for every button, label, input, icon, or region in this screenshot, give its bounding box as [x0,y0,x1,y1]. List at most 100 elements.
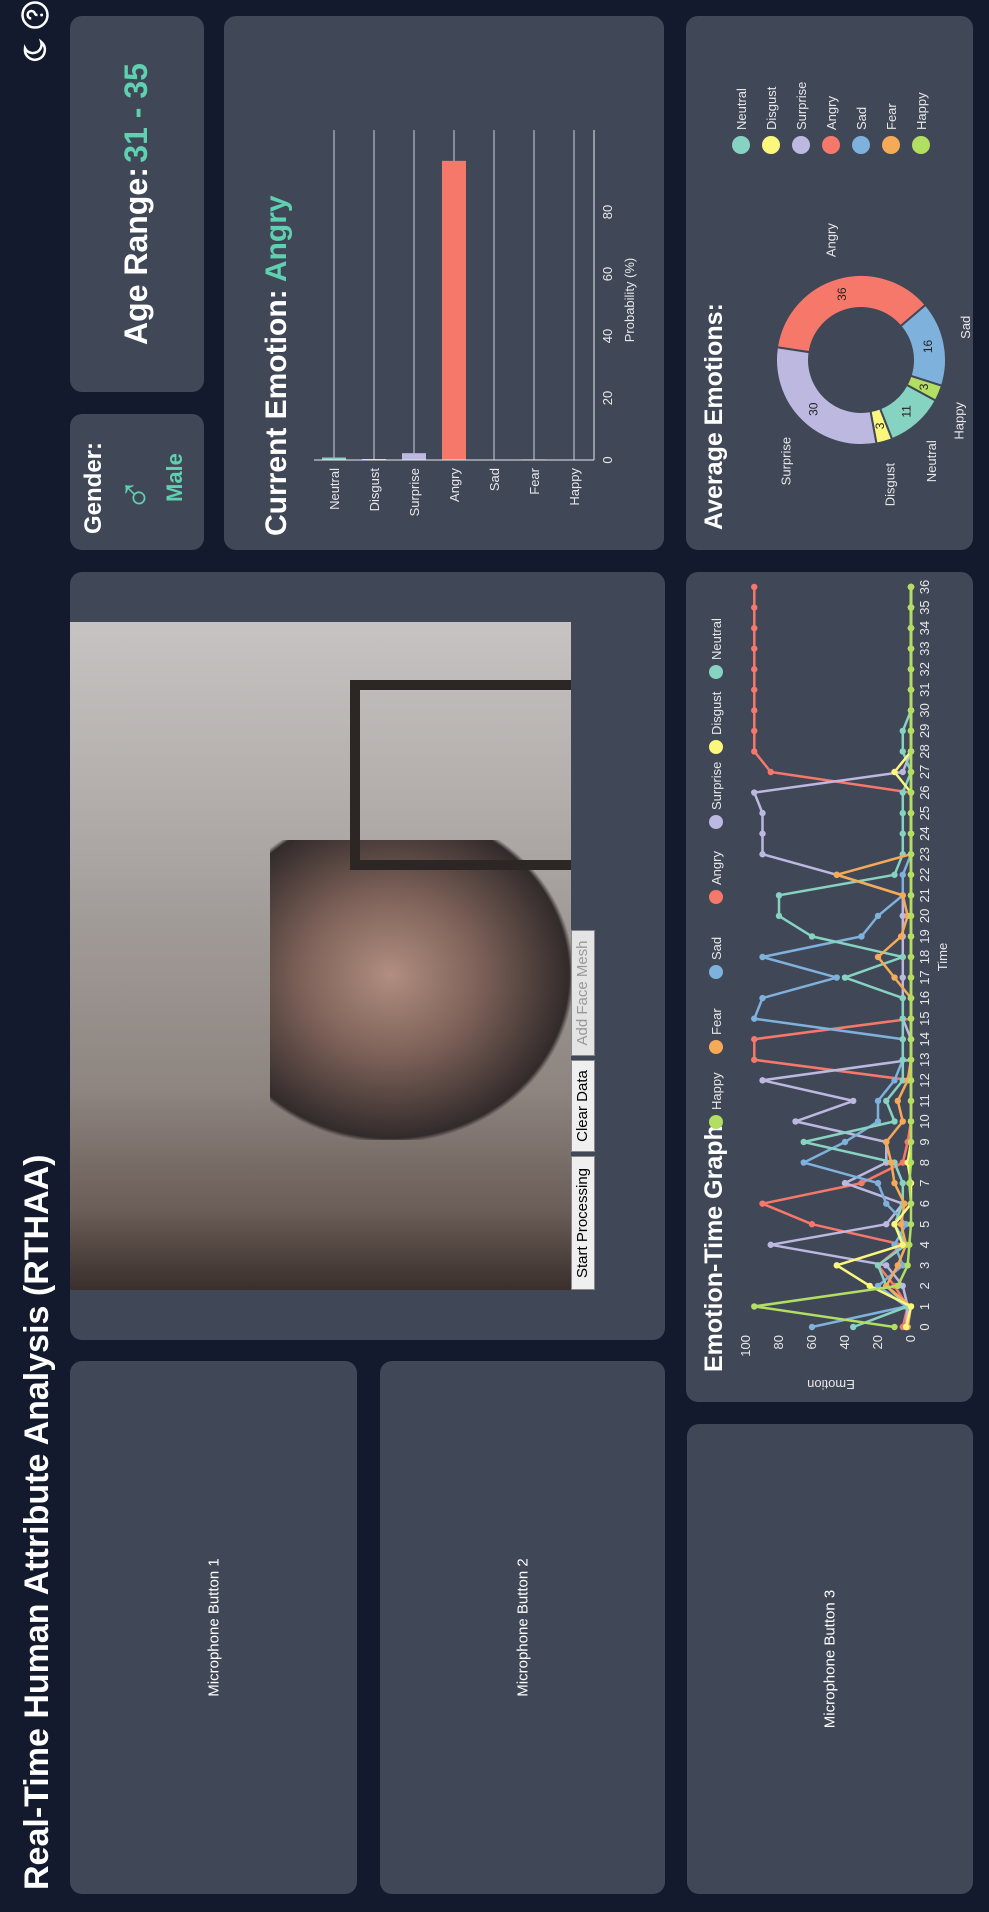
series-point-angry [751,748,758,755]
series-point-fear [833,871,840,878]
series-point-angry [751,604,758,611]
series-point-fear [894,1097,902,1105]
line-xtick-label: 35 [917,600,932,614]
series-point-sad [759,953,766,961]
gender-panel: Gender: ♂ Male [70,414,204,550]
series-point-neutral [899,994,906,1002]
line-legend-marker [709,1115,723,1129]
line-xtick-label: 10 [917,1114,932,1128]
series-point-neutral [775,912,783,920]
series-point-happy [907,686,915,693]
microphone-button-1[interactable]: Microphone Button 1 [70,1361,357,1894]
background-mirror [350,680,571,870]
series-point-happy [906,1241,913,1248]
series-point-happy [907,583,915,591]
series-point-happy [907,1200,915,1207]
series-point-happy [907,830,915,837]
age-range-value: 31 - 35 [118,63,154,163]
line-xtick-label: 30 [917,703,932,717]
series-point-happy [907,748,915,755]
emotion-time-chart: 020406080100Emotion012345678910111213141… [709,580,950,1392]
donut-legend-label: Surprise [794,82,809,130]
series-point-happy [907,1118,915,1125]
age-range-panel: Age Range: 31 - 35 [70,16,204,392]
line-xtick-label: 2 [917,1282,932,1289]
line-xtick-label: 4 [917,1241,932,1248]
series-point-happy [907,1056,915,1063]
clear-data-button[interactable]: Clear Data [571,1060,595,1152]
series-point-disgust [833,1262,840,1269]
series-point-sad [800,1159,807,1166]
line-xtick-label: 0 [917,1323,932,1330]
donut-value-label: 11 [899,405,913,418]
donut-slice-label: Happy [951,402,966,440]
person-silhouette [270,840,571,1140]
emotion-time-panel: Emotion-Time Graph: 0 20 40 60 80 100 Emotion 0… [686,572,973,1402]
series-point-happy [907,727,915,735]
series-point-happy [907,624,915,632]
series-point-sad [874,912,882,920]
line-xtick-label: 25 [917,806,932,820]
series-point-happy [907,871,915,878]
start-processing-button[interactable]: Start Processing [571,1156,595,1290]
line-xtick-label: 12 [917,1073,932,1087]
line-xtick-label: 24 [917,826,932,840]
donut-legend-marker [852,136,870,154]
microphone-button-2[interactable]: Microphone Button 2 [380,1361,665,1894]
line-xtick-label: 8 [917,1159,932,1166]
line-xtick-label: 31 [917,683,932,697]
current-emotion-chart: Neutral Disgust Surprise Angry Sad Fear Happy 0… [314,130,637,516]
line-legend-marker [709,965,723,979]
series-point-fear [901,1200,908,1207]
series-point-neutral [899,1036,906,1043]
series-line-neutral [777,587,913,1329]
line-legend-marker [709,815,723,829]
series-point-happy [907,1036,915,1043]
bar-tick-label: 20 [600,391,615,405]
line-xtick-label: 36 [917,580,932,594]
series-point-angry [767,768,774,776]
series-point-happy [906,1179,913,1187]
series-point-happy [907,707,915,714]
line-xtick-label: 33 [917,641,932,655]
microphone-button-3-label: Microphone Button 3 [821,1589,839,1729]
series-point-sad [874,1097,882,1105]
add-face-mesh-button[interactable]: Add Face Mesh [571,930,595,1056]
series-point-neutral [899,830,906,837]
line-xtick-label: 27 [917,765,932,779]
help-question-icon[interactable] [20,0,50,30]
line-xtick-label: 3 [917,1262,932,1269]
series-point-fear [891,974,898,981]
series-point-angry [751,645,758,652]
series-point-surprise [759,830,766,837]
series-line-angry [753,587,913,1328]
gender-label: Gender: [80,441,107,534]
series-point-neutral [850,1323,857,1331]
series-point-sad [841,1138,849,1146]
line-legend-label: Surprise [709,762,724,810]
theme-moon-icon[interactable] [20,37,50,67]
series-point-neutral [899,809,906,817]
microphone-button-3[interactable]: Microphone Button 3 [687,1424,973,1894]
bar-tick-label: 80 [600,205,615,219]
series-point-angry [808,1221,816,1228]
series-point-neutral [891,871,898,878]
series-point-fear [888,1159,895,1166]
series-point-angry [751,727,758,735]
video-controls: Start Processing Clear Data Add Face Mes… [571,622,597,1290]
average-emotions-chart: 36 Angry 16 Sad 3 Happy 11 Neutral 3 Disgust 30 Sur… [732,82,973,506]
line-xtick-label: 22 [917,868,932,882]
line-xtick-label: 15 [917,1011,932,1025]
series-point-happy [907,604,915,611]
series-point-neutral [874,1262,882,1269]
line-xtick-label: 14 [917,1032,932,1046]
donut-legend-label: Neutral [734,88,749,130]
series-point-sad [891,1077,898,1084]
series-point-happy [907,1138,915,1146]
donut-slice-label: Surprise [779,437,794,485]
line-legend-label: Happy [709,1072,724,1110]
donut-slice-label: Sad [958,316,973,339]
series-point-surprise [792,1118,799,1125]
series-point-surprise [883,1221,890,1228]
series-point-surprise [759,851,766,858]
